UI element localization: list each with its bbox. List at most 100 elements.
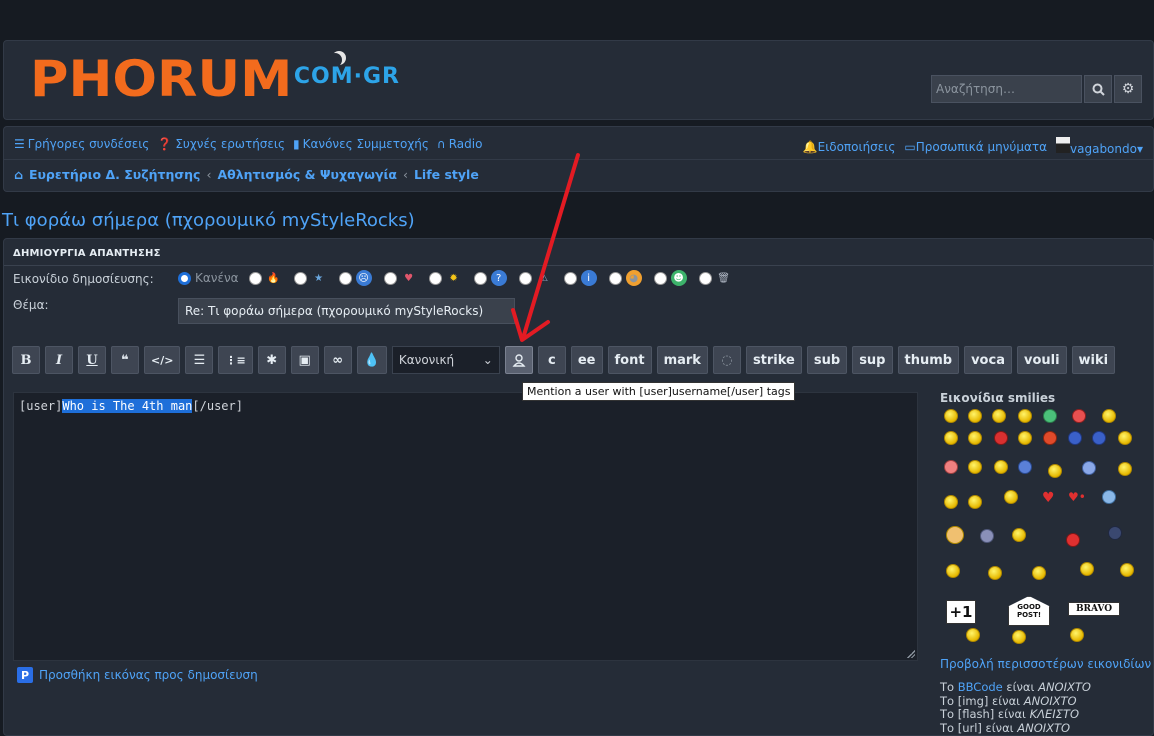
breadcrumb-sports[interactable]: Αθλητισμός & Ψυχαγωγία [217,167,397,182]
post-icon-radio-none[interactable] [178,271,191,285]
smile-icon[interactable] [968,409,982,423]
bold-button[interactable]: B [12,346,40,374]
smile-icon[interactable] [968,495,982,509]
quote-button[interactable]: ❝ [111,346,139,374]
mention-user-button[interactable] [504,346,533,374]
list-item-button[interactable]: ✱ [257,346,286,374]
shy-icon[interactable] [980,529,994,543]
search-input[interactable]: Αναζήτηση… [931,75,1082,103]
more-smilies-link[interactable]: Προβολή περισσοτέρων εικονιδίων [940,657,1151,671]
kiss-icon[interactable]: ♥• [1068,490,1086,504]
cry-icon[interactable] [1068,431,1082,445]
bbcode-strike-button[interactable]: strike [745,346,802,374]
bbcode-wiki-button[interactable]: wiki [1071,346,1116,374]
nav-user-menu[interactable]: vagabondo▾ [1056,137,1143,156]
smile-icon[interactable] [1048,464,1062,478]
cherry-icon[interactable] [1066,533,1080,547]
search-button[interactable] [1084,75,1112,103]
post-icon-radio[interactable] [698,271,712,285]
sick-icon[interactable] [944,460,958,474]
post-icon-radio[interactable] [653,271,667,285]
post-icon-radio[interactable] [473,271,487,285]
breadcrumb-index[interactable]: Ευρετήριο Δ. Συζήτησης [29,167,200,182]
confused-icon[interactable] [944,431,958,445]
thumbsup-icon[interactable] [1082,461,1096,475]
nav-private-messages[interactable]: ▭Προσωπικά μηνύματα [904,140,1047,154]
bbcode-mark-button[interactable]: mark [656,346,708,374]
site-logo[interactable]: PHORUM COM·GR [30,51,400,107]
bbcode-sub-button[interactable]: sub [806,346,848,374]
mad-icon[interactable] [994,431,1008,445]
dance-icon[interactable] [946,564,960,578]
post-icon-radio[interactable] [383,271,397,285]
plus-one-sign[interactable]: +1 [946,600,976,624]
resize-handle[interactable] [905,648,915,658]
post-icon-radio[interactable] [293,271,307,285]
image-button[interactable]: ▣ [290,346,319,374]
subject-input[interactable]: Re: Τι φοράω σήμερα (πχορουμικό myStyleR… [178,298,515,324]
teeth-icon[interactable] [1043,409,1057,423]
bbcode-ee-button[interactable]: ee [570,346,603,374]
heart-icon[interactable]: ♥ [1042,490,1055,506]
surprised-icon[interactable] [1072,409,1086,423]
robot-icon[interactable] [1108,526,1122,540]
font-size-select[interactable]: Κανονική ⌄ [391,346,500,374]
post-icon-radio[interactable] [428,271,442,285]
grin-icon[interactable] [992,409,1006,423]
eek-icon[interactable] [1102,409,1116,423]
bbcode-vouli-button[interactable]: vouli [1016,346,1067,374]
bbcode-link[interactable]: BBCode [958,680,1003,694]
bbcode-voca-button[interactable]: voca [964,346,1012,374]
redface-icon[interactable] [1043,431,1057,445]
twisted-icon[interactable] [1118,431,1132,445]
ordered-list-button[interactable]: ⋮≡ [218,346,253,374]
underline-button[interactable]: U [78,346,106,374]
code-icon: </> [151,353,174,367]
cool-icon[interactable] [968,431,982,445]
spoiler-button[interactable]: ◌ [712,346,741,374]
laugh-icon[interactable] [1018,409,1032,423]
nav-quick-links[interactable]: ☰ Γρήγορες συνδέσεις [14,137,149,151]
antenna-icon[interactable] [1118,462,1132,476]
nav-radio[interactable]: ∩ Radio [437,137,483,151]
post-icon-radio[interactable] [248,271,262,285]
list-icon: ☰ [193,352,206,368]
rolleyes-icon[interactable] [1018,460,1032,474]
hands-icon[interactable] [1120,563,1134,577]
code-button[interactable]: </> [144,346,181,374]
post-icon-radio[interactable] [608,271,622,285]
hug-icon[interactable] [1080,562,1094,576]
bbcode-sup-button[interactable]: sup [852,346,893,374]
message-textarea[interactable]: [user]Who is The 4th man[/user] [13,392,918,661]
list-button[interactable]: ☰ [185,346,214,374]
thinking-icon[interactable] [946,526,964,544]
fight-icon[interactable] [988,566,1002,580]
cold-icon[interactable] [1102,490,1116,504]
nav-notifications[interactable]: 🔔Ειδοποιήσεις [803,140,896,154]
wink-icon[interactable] [968,460,982,474]
wave-icon[interactable] [1032,566,1046,580]
advanced-search-button[interactable]: ⚙ [1114,75,1142,103]
good-post-sign[interactable]: GOOD POST! [1008,596,1050,626]
bbcode-font-button[interactable]: font [607,346,652,374]
juggle-icon[interactable] [1004,490,1018,504]
cool-icon[interactable] [994,460,1008,474]
link-button[interactable]: ∞ [323,346,352,374]
post-icon-radio[interactable] [338,271,352,285]
pacman-icon[interactable] [944,495,958,509]
smile-icon[interactable] [944,409,958,423]
razz-icon[interactable] [1018,431,1032,445]
bbcode-c-button[interactable]: c [537,346,566,374]
nav-faq[interactable]: ❓ Συχνές ερωτήσεις [157,137,285,151]
page-title[interactable]: Τι φοράω σήμερα (πχορουμικό myStyleRocks… [2,210,415,231]
italic-button[interactable]: I [45,346,73,374]
logo-domain: COM·GR [293,64,400,89]
attach-image-link[interactable]: P Προσθήκη εικόνας προς δημοσίευση [17,667,258,683]
bbcode-thumb-button[interactable]: thumb [897,346,960,374]
color-button[interactable]: 💧 [356,346,387,374]
nav-rules[interactable]: ▮ Κανόνες Συμμετοχής [293,137,429,151]
boxing-icon[interactable] [1012,528,1026,542]
evil-icon[interactable] [1092,431,1106,445]
bravo-sign[interactable]: BRAVO [1068,602,1120,616]
breadcrumb-lifestyle[interactable]: Life style [414,167,479,182]
